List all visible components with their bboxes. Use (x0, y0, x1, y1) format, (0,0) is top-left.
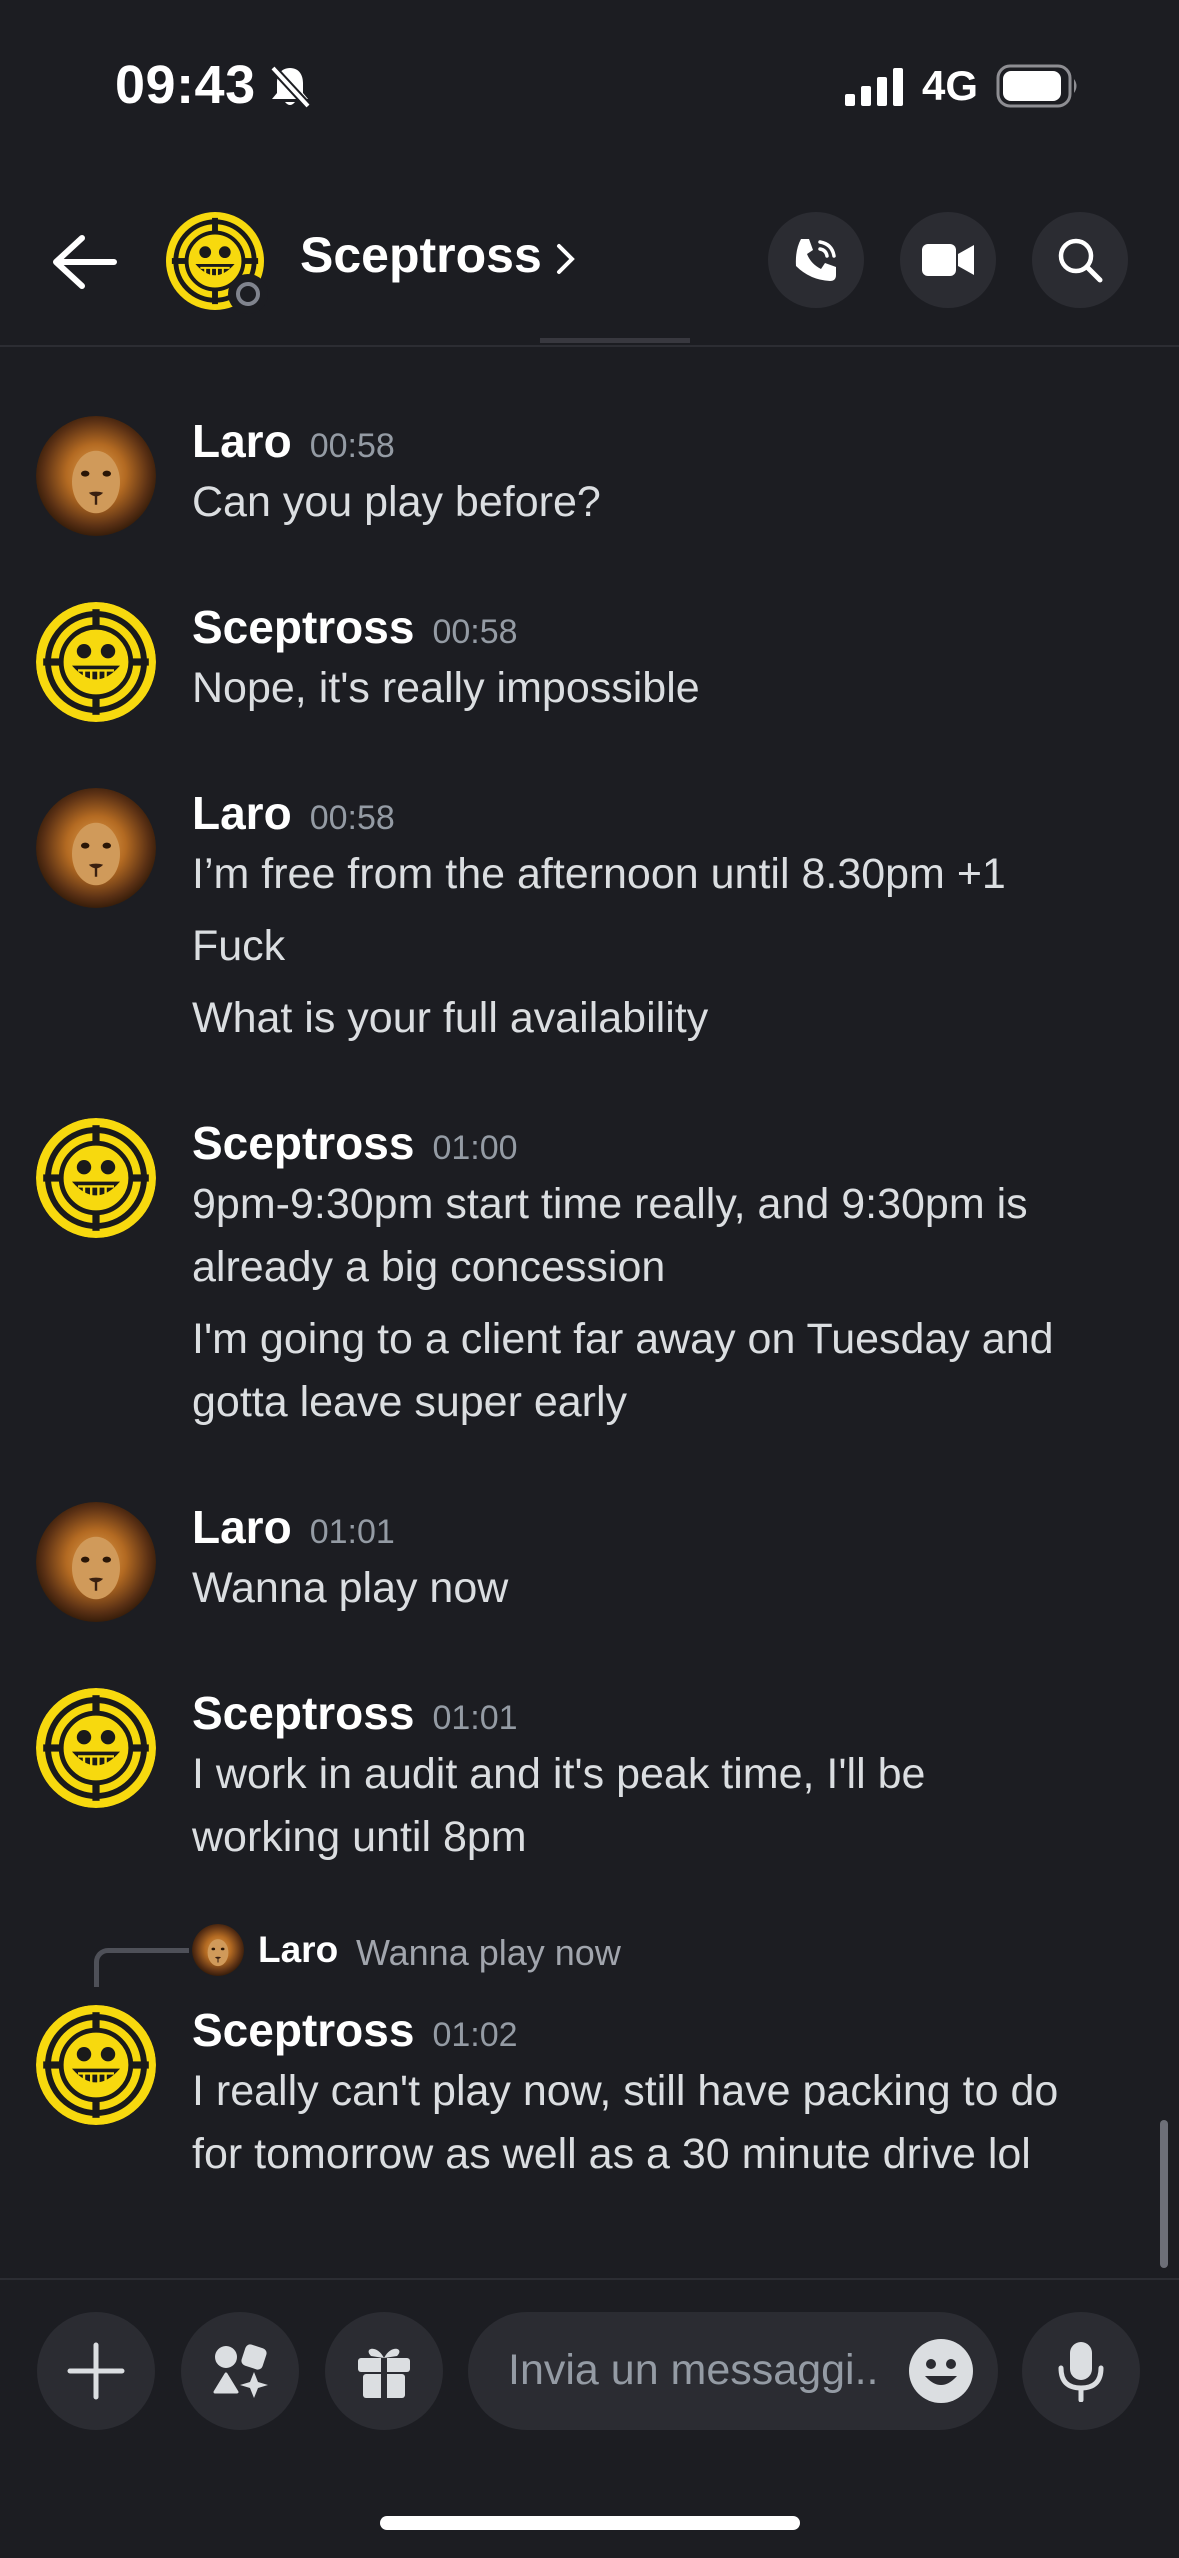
scrollbar[interactable] (1160, 2120, 1168, 2268)
add-attachment-button[interactable] (37, 2312, 155, 2430)
plus-icon (67, 2342, 125, 2400)
message-text: Fuck (192, 922, 286, 970)
timestamp: 01:01 (309, 1513, 395, 1551)
signal-icon (845, 68, 903, 106)
network-type: 4G (922, 62, 979, 109)
status-time: 09:43 (115, 55, 256, 115)
message-text: gotta leave super early (192, 1378, 628, 1426)
search-button[interactable] (1032, 212, 1128, 308)
author-name[interactable]: Laro (192, 787, 292, 839)
message-text: I work in audit and it's peak time, I'll… (192, 1750, 926, 1798)
timestamp: 01:02 (432, 2016, 518, 2054)
message-text: Wanna play now (192, 1564, 509, 1612)
message-text: working until 8pm (192, 1813, 527, 1861)
avatar-laro[interactable] (36, 1502, 156, 1622)
author-name[interactable]: Sceptross (192, 2004, 414, 2056)
presence-offline-indicator (228, 274, 268, 314)
author-name[interactable]: Laro (192, 415, 292, 467)
message-header: Sceptross 01:00 (192, 1116, 518, 1170)
author-name[interactable]: Sceptross (192, 1687, 414, 1739)
bell-muted-icon (270, 65, 311, 109)
message-header: Laro 00:58 (192, 786, 395, 840)
author-name[interactable]: Sceptross (192, 1117, 414, 1169)
search-icon (1058, 238, 1103, 283)
video-camera-icon (922, 244, 974, 276)
gift-button[interactable] (325, 2312, 443, 2430)
battery-icon (996, 64, 1077, 108)
timestamp: 00:58 (309, 427, 395, 465)
chevron-right-icon[interactable] (555, 242, 577, 276)
scrolled-text-remnant (540, 338, 690, 343)
message-text: Can you play before? (192, 478, 601, 526)
reply-preview-text[interactable]: Wanna play now (356, 1932, 621, 1974)
back-arrow-icon[interactable] (48, 232, 120, 292)
message-header: Sceptross 00:58 (192, 600, 518, 654)
timestamp: 01:01 (432, 1699, 518, 1737)
gift-icon (358, 2348, 410, 2398)
phone-call-icon (795, 239, 836, 281)
timestamp: 01:00 (432, 1129, 518, 1167)
message-header: Laro 00:58 (192, 414, 395, 468)
reply-connector (94, 1948, 189, 1987)
emoji-icon[interactable] (908, 2338, 974, 2404)
message-text: What is your full availability (192, 994, 709, 1042)
avatar-sceptross[interactable] (36, 2005, 156, 2125)
message-text: already a big concession (192, 1243, 666, 1291)
message-text: I’m free from the afternoon until 8.30pm… (192, 850, 1006, 898)
reply-avatar[interactable] (192, 1924, 244, 1976)
message-text: for tomorrow as well as a 30 minute driv… (192, 2130, 1031, 2178)
message-header: Sceptross 01:01 (192, 1686, 518, 1740)
avatar-sceptross[interactable] (36, 602, 156, 722)
status-bar: 09:43 4G (0, 0, 1179, 170)
voice-call-button[interactable] (768, 212, 864, 308)
apps-button[interactable] (181, 2312, 299, 2430)
apps-icon (213, 2344, 268, 2398)
avatar-laro[interactable] (36, 416, 156, 536)
message-header: Laro 01:01 (192, 1500, 395, 1554)
video-call-button[interactable] (900, 212, 996, 308)
avatar-sceptross[interactable] (36, 1688, 156, 1808)
message-input-placeholder[interactable]: Invia un messaggi.. (508, 2346, 878, 2395)
home-indicator[interactable] (380, 2516, 800, 2530)
voice-message-button[interactable] (1022, 2312, 1140, 2430)
channel-name[interactable]: Sceptross (300, 226, 542, 284)
author-name[interactable]: Sceptross (192, 601, 414, 653)
author-name[interactable]: Laro (192, 1501, 292, 1553)
reply-author[interactable]: Laro (258, 1929, 338, 1971)
message-input[interactable]: Invia un messaggi.. (468, 2312, 998, 2430)
message-text: Nope, it's really impossible (192, 664, 700, 712)
message-header: Sceptross 01:02 (192, 2003, 518, 2057)
timestamp: 00:58 (309, 799, 395, 837)
avatar-laro[interactable] (36, 788, 156, 908)
timestamp: 00:58 (432, 613, 518, 651)
channel-header: Sceptross (0, 170, 1179, 347)
avatar-sceptross[interactable] (36, 1118, 156, 1238)
message-text: 9pm-9:30pm start time really, and 9:30pm… (192, 1180, 1028, 1228)
microphone-icon (1058, 2342, 1104, 2402)
message-text: I'm going to a client far away on Tuesda… (192, 1315, 1054, 1363)
message-text: I really can't play now, still have pack… (192, 2067, 1059, 2115)
